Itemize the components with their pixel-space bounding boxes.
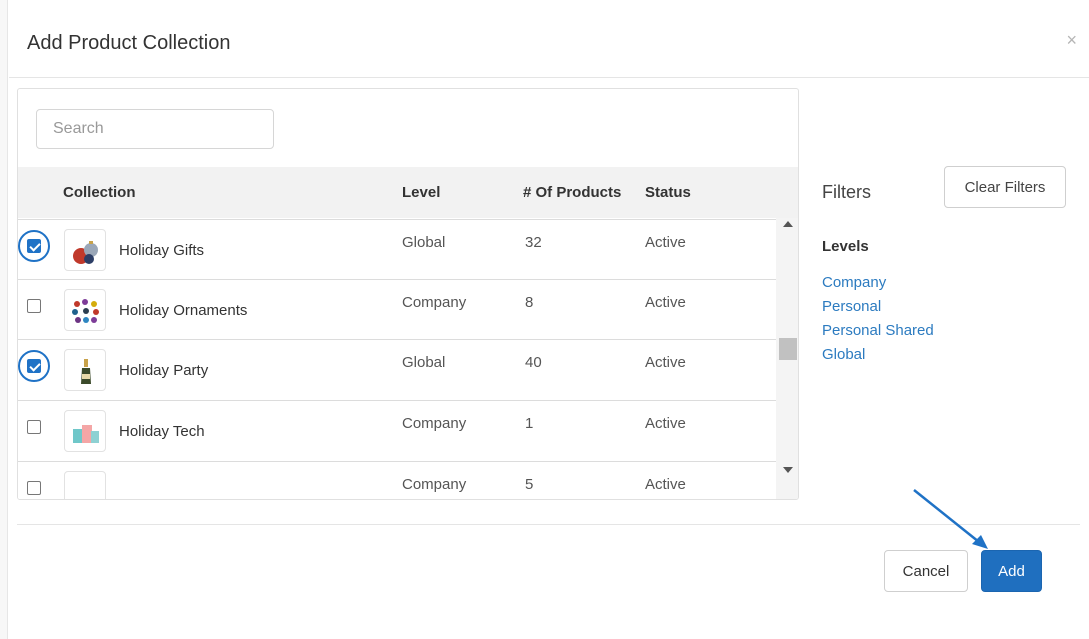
table-row[interactable]: Company 5 Active [18, 461, 776, 499]
close-icon[interactable]: × [1066, 30, 1077, 51]
table-header: Collection Level # Of Products Status [18, 167, 798, 218]
column-header-status[interactable]: Status [645, 184, 691, 201]
row-checkbox[interactable] [27, 481, 41, 495]
tech-products-icon [64, 410, 106, 452]
level-filter-personal[interactable]: Personal [822, 298, 881, 315]
row-checkbox[interactable] [27, 420, 41, 434]
ornaments-icon [64, 289, 106, 331]
column-header-level[interactable]: Level [402, 184, 440, 201]
product-count: 8 [525, 294, 534, 311]
scrollbar-thumb[interactable] [779, 338, 797, 360]
table-row[interactable]: Holiday Tech Company 1 Active [18, 400, 776, 461]
collection-name: Holiday Party [119, 362, 209, 379]
collection-level: Company [402, 415, 467, 432]
collection-status: Active [645, 415, 686, 432]
table-scrollbar[interactable] [776, 218, 798, 499]
add-button[interactable]: Add [981, 550, 1042, 592]
annotation-arrow-icon [913, 489, 988, 549]
level-filter-global[interactable]: Global [822, 346, 865, 363]
modal-title: Add Product Collection [27, 32, 231, 54]
table-row[interactable]: Holiday Ornaments Company 8 Active [18, 279, 776, 340]
filters-title: Filters [822, 182, 871, 202]
product-count: 32 [525, 234, 542, 251]
collection-status: Active [645, 354, 686, 371]
collection-level: Company [402, 476, 467, 493]
column-header-collection[interactable]: Collection [63, 184, 136, 201]
modal-header: Add Product Collection × [9, 8, 1089, 78]
champagne-bottle-icon [64, 349, 106, 391]
cancel-button[interactable]: Cancel [884, 550, 968, 592]
collection-level: Global [402, 234, 446, 251]
search-input[interactable] [36, 109, 274, 149]
row-checkbox[interactable] [27, 299, 41, 313]
product-thumbnail-icon [64, 471, 106, 499]
background-page-edge [0, 0, 8, 639]
column-header-products[interactable]: # Of Products [523, 184, 621, 201]
collection-table-panel: Collection Level # Of Products Status Ho… [17, 88, 799, 500]
collection-level: Global [402, 354, 446, 371]
scroll-up-arrow-icon[interactable] [783, 221, 793, 227]
level-filter-company[interactable]: Company [822, 274, 886, 291]
collection-status: Active [645, 294, 686, 311]
collection-name: Holiday Ornaments [119, 302, 248, 319]
level-filter-personal-shared[interactable]: Personal Shared [822, 322, 934, 339]
collection-status: Active [645, 234, 686, 251]
collection-name: Holiday Tech [119, 423, 205, 440]
product-count: 5 [525, 476, 534, 493]
gift-ornaments-icon [64, 229, 106, 271]
row-checkbox[interactable] [27, 239, 41, 253]
table-row[interactable]: Holiday Gifts Global 32 Active [18, 219, 776, 280]
collection-status: Active [645, 476, 686, 493]
table-row[interactable]: Holiday Party Global 40 Active [18, 339, 776, 400]
collection-level: Company [402, 294, 467, 311]
levels-filter-title: Levels [822, 238, 869, 255]
scroll-down-arrow-icon[interactable] [783, 467, 793, 473]
product-count: 40 [525, 354, 542, 371]
collection-name: Holiday Gifts [119, 242, 205, 259]
collection-rows: Holiday Gifts Global 32 Active Holiday O… [18, 218, 776, 499]
row-checkbox[interactable] [27, 359, 41, 373]
clear-filters-button[interactable]: Clear Filters [944, 166, 1066, 208]
product-count: 1 [525, 415, 534, 432]
